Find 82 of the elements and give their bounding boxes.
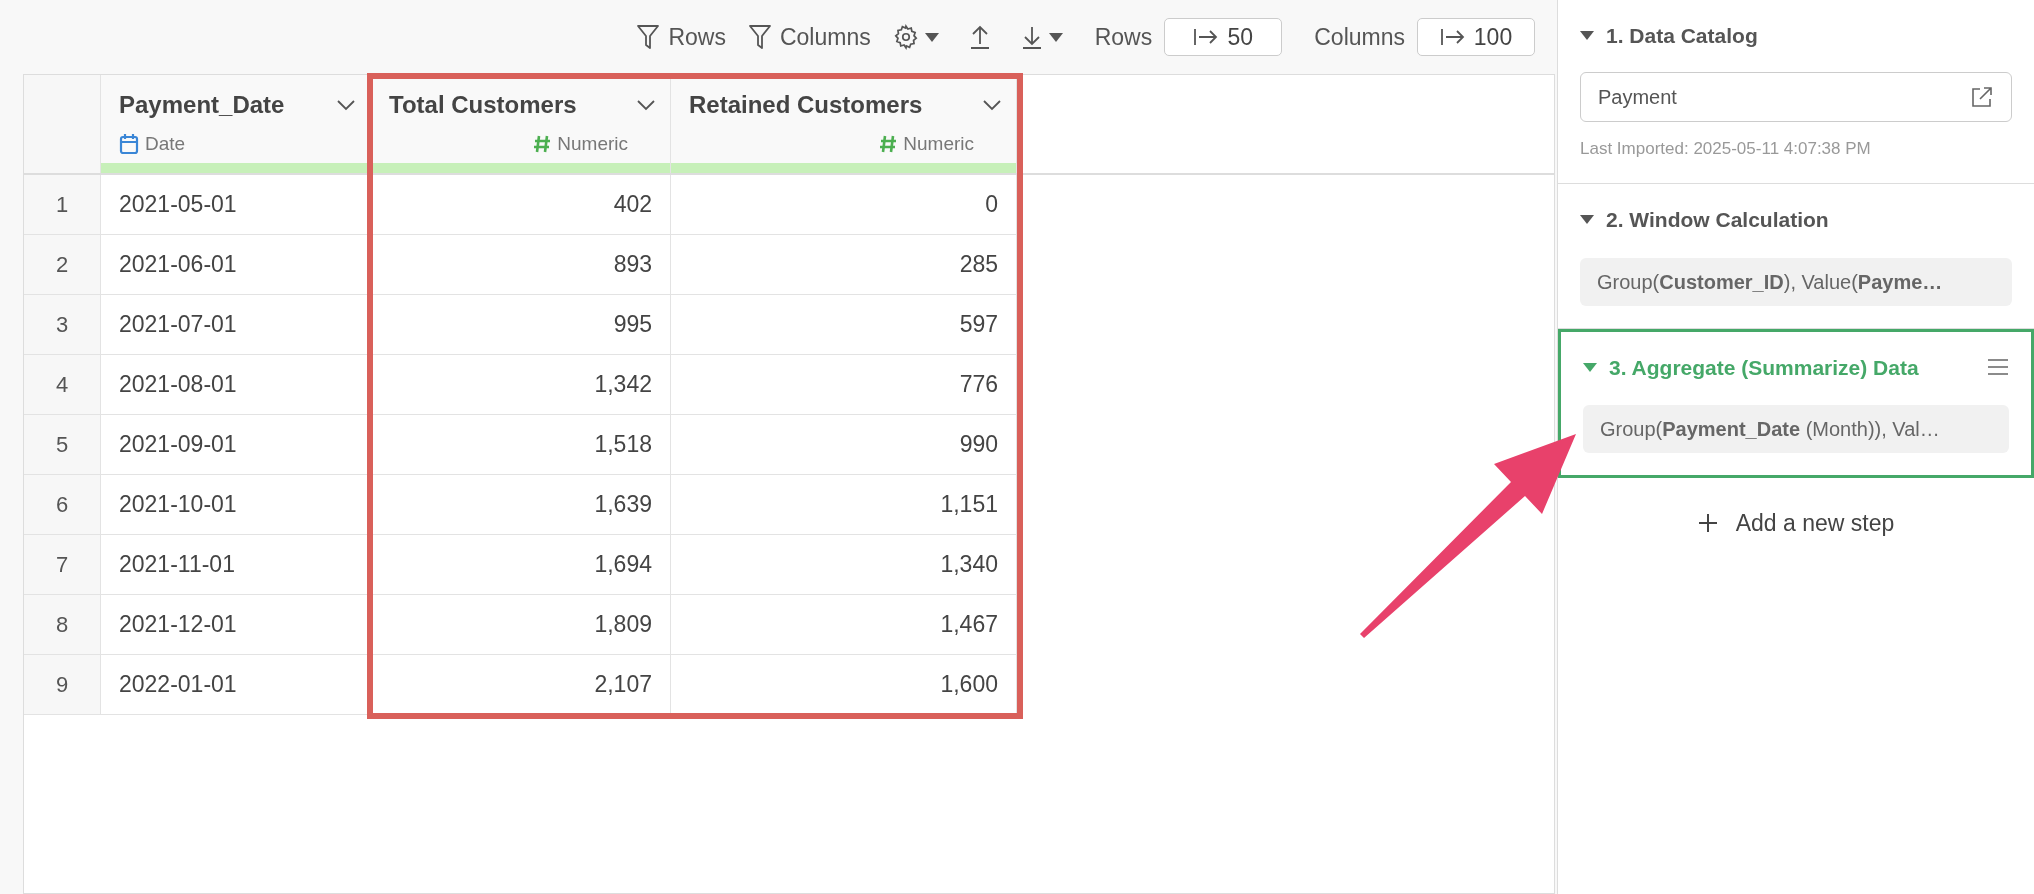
table-cell: 893 xyxy=(371,235,671,295)
filter-icon xyxy=(747,24,772,50)
table-cell: 1,600 xyxy=(671,655,1017,715)
table-cell: 2021-06-01 xyxy=(101,235,371,295)
step-card[interactable]: 2. Window Calculation Group(Customer_ID), Value(Payme… xyxy=(1558,184,2034,329)
table-cell: 285 xyxy=(671,235,1017,295)
source-field[interactable]: Payment xyxy=(1580,71,2012,122)
hash-icon xyxy=(533,134,552,154)
add-step-button[interactable]: Add a new step xyxy=(1697,506,1895,541)
table-cell: 2021-12-01 xyxy=(101,595,371,655)
row-number: 3 xyxy=(24,295,101,355)
download-icon[interactable] xyxy=(1020,24,1043,50)
step-title: 2. Window Calculation xyxy=(1606,207,1830,233)
limit-icon xyxy=(1439,27,1466,47)
table-cell: 2021-07-01 xyxy=(101,295,371,355)
limit-button[interactable]: 100 xyxy=(1417,18,1535,56)
column-name: Retained Customers xyxy=(689,90,923,120)
chevron-icon[interactable] xyxy=(636,99,656,111)
caret-down-icon[interactable] xyxy=(1580,31,1594,41)
step-title: 3. Aggregate (Summarize) Data xyxy=(1609,354,1920,381)
hash-icon xyxy=(879,134,898,154)
limit-label: Rows xyxy=(1094,22,1153,52)
row-number: 8 xyxy=(24,595,101,655)
table-cell: 990 xyxy=(671,415,1017,475)
table-cell: 776 xyxy=(671,355,1017,415)
row-number: 4 xyxy=(24,355,101,415)
table-cell: 1,342 xyxy=(371,355,671,415)
limit-label: Columns xyxy=(1314,22,1405,52)
row-number: 5 xyxy=(24,415,101,475)
caret-down-icon[interactable] xyxy=(1580,215,1594,225)
limit-icon xyxy=(1193,27,1220,47)
row-number: 6 xyxy=(24,475,101,535)
column-type: Date xyxy=(145,131,186,156)
table-cell: 1,340 xyxy=(671,535,1017,595)
import-note: Last Imported: 2025-05-11 4:07:38 PM xyxy=(1580,137,1872,160)
caret-down-icon[interactable] xyxy=(1048,32,1063,42)
table-cell: 1,467 xyxy=(671,595,1017,655)
step-title: 1. Data Catalog xyxy=(1606,23,1759,49)
filter-button[interactable]: Columns xyxy=(747,19,871,55)
table-cell: 402 xyxy=(371,175,671,235)
table-cell: 2021-05-01 xyxy=(101,175,371,235)
filter-button[interactable]: Rows xyxy=(636,19,726,55)
chevron-icon[interactable] xyxy=(336,99,356,111)
column-type: Numeric xyxy=(557,131,628,156)
table-cell: 1,809 xyxy=(371,595,671,655)
row-number: 7 xyxy=(24,535,101,595)
table-cell: 2021-08-01 xyxy=(101,355,371,415)
step-summary[interactable]: Group(Payment_Date (Month)), Val… xyxy=(1583,405,2009,453)
row-number: 1 xyxy=(24,175,101,235)
table-cell: 1,518 xyxy=(371,415,671,475)
table-cell: 2022-01-01 xyxy=(101,655,371,715)
step-card[interactable]: 3. Aggregate (Summarize) Data Group(Payment_Date (Month)), Val… xyxy=(1558,328,2034,478)
calendar-icon xyxy=(119,133,139,155)
step-summary[interactable]: Group(Customer_ID), Value(Payme… xyxy=(1580,257,2012,306)
menu-icon[interactable] xyxy=(1987,358,2009,377)
chevron-icon[interactable] xyxy=(982,99,1002,111)
step-card[interactable]: 1. Data Catalog Payment Last Imported: 2025-05-11 4:07:38 PM xyxy=(1558,0,2034,184)
settings-button[interactable] xyxy=(892,24,939,50)
table-cell: 2,107 xyxy=(371,655,671,715)
table-cell: 0 xyxy=(671,175,1017,235)
column-name: Payment_Date xyxy=(119,90,285,120)
upload-button[interactable] xyxy=(968,24,991,50)
settings-icon[interactable] xyxy=(892,24,919,50)
plus-icon xyxy=(1697,513,1718,534)
table-cell: 995 xyxy=(371,295,671,355)
table-cell: 1,694 xyxy=(371,535,671,595)
table-cell: 597 xyxy=(671,295,1017,355)
table-cell: 1,639 xyxy=(371,475,671,535)
table-cell: 2021-11-01 xyxy=(101,535,371,595)
download-button[interactable] xyxy=(1020,24,1063,50)
source-name: Payment xyxy=(1598,84,1677,110)
table-cell: 1,151 xyxy=(671,475,1017,535)
column-name: Total Customers xyxy=(389,90,577,120)
caret-down-icon[interactable] xyxy=(924,32,939,42)
table-cell: 2021-09-01 xyxy=(101,415,371,475)
row-number: 9 xyxy=(24,655,101,715)
row-number: 2 xyxy=(24,235,101,295)
table-cell: 2021-10-01 xyxy=(101,475,371,535)
limit-button[interactable]: 50 xyxy=(1164,18,1283,56)
external-link-icon[interactable] xyxy=(1970,84,1994,109)
filter-icon xyxy=(636,24,661,50)
column-type: Numeric xyxy=(903,131,974,156)
